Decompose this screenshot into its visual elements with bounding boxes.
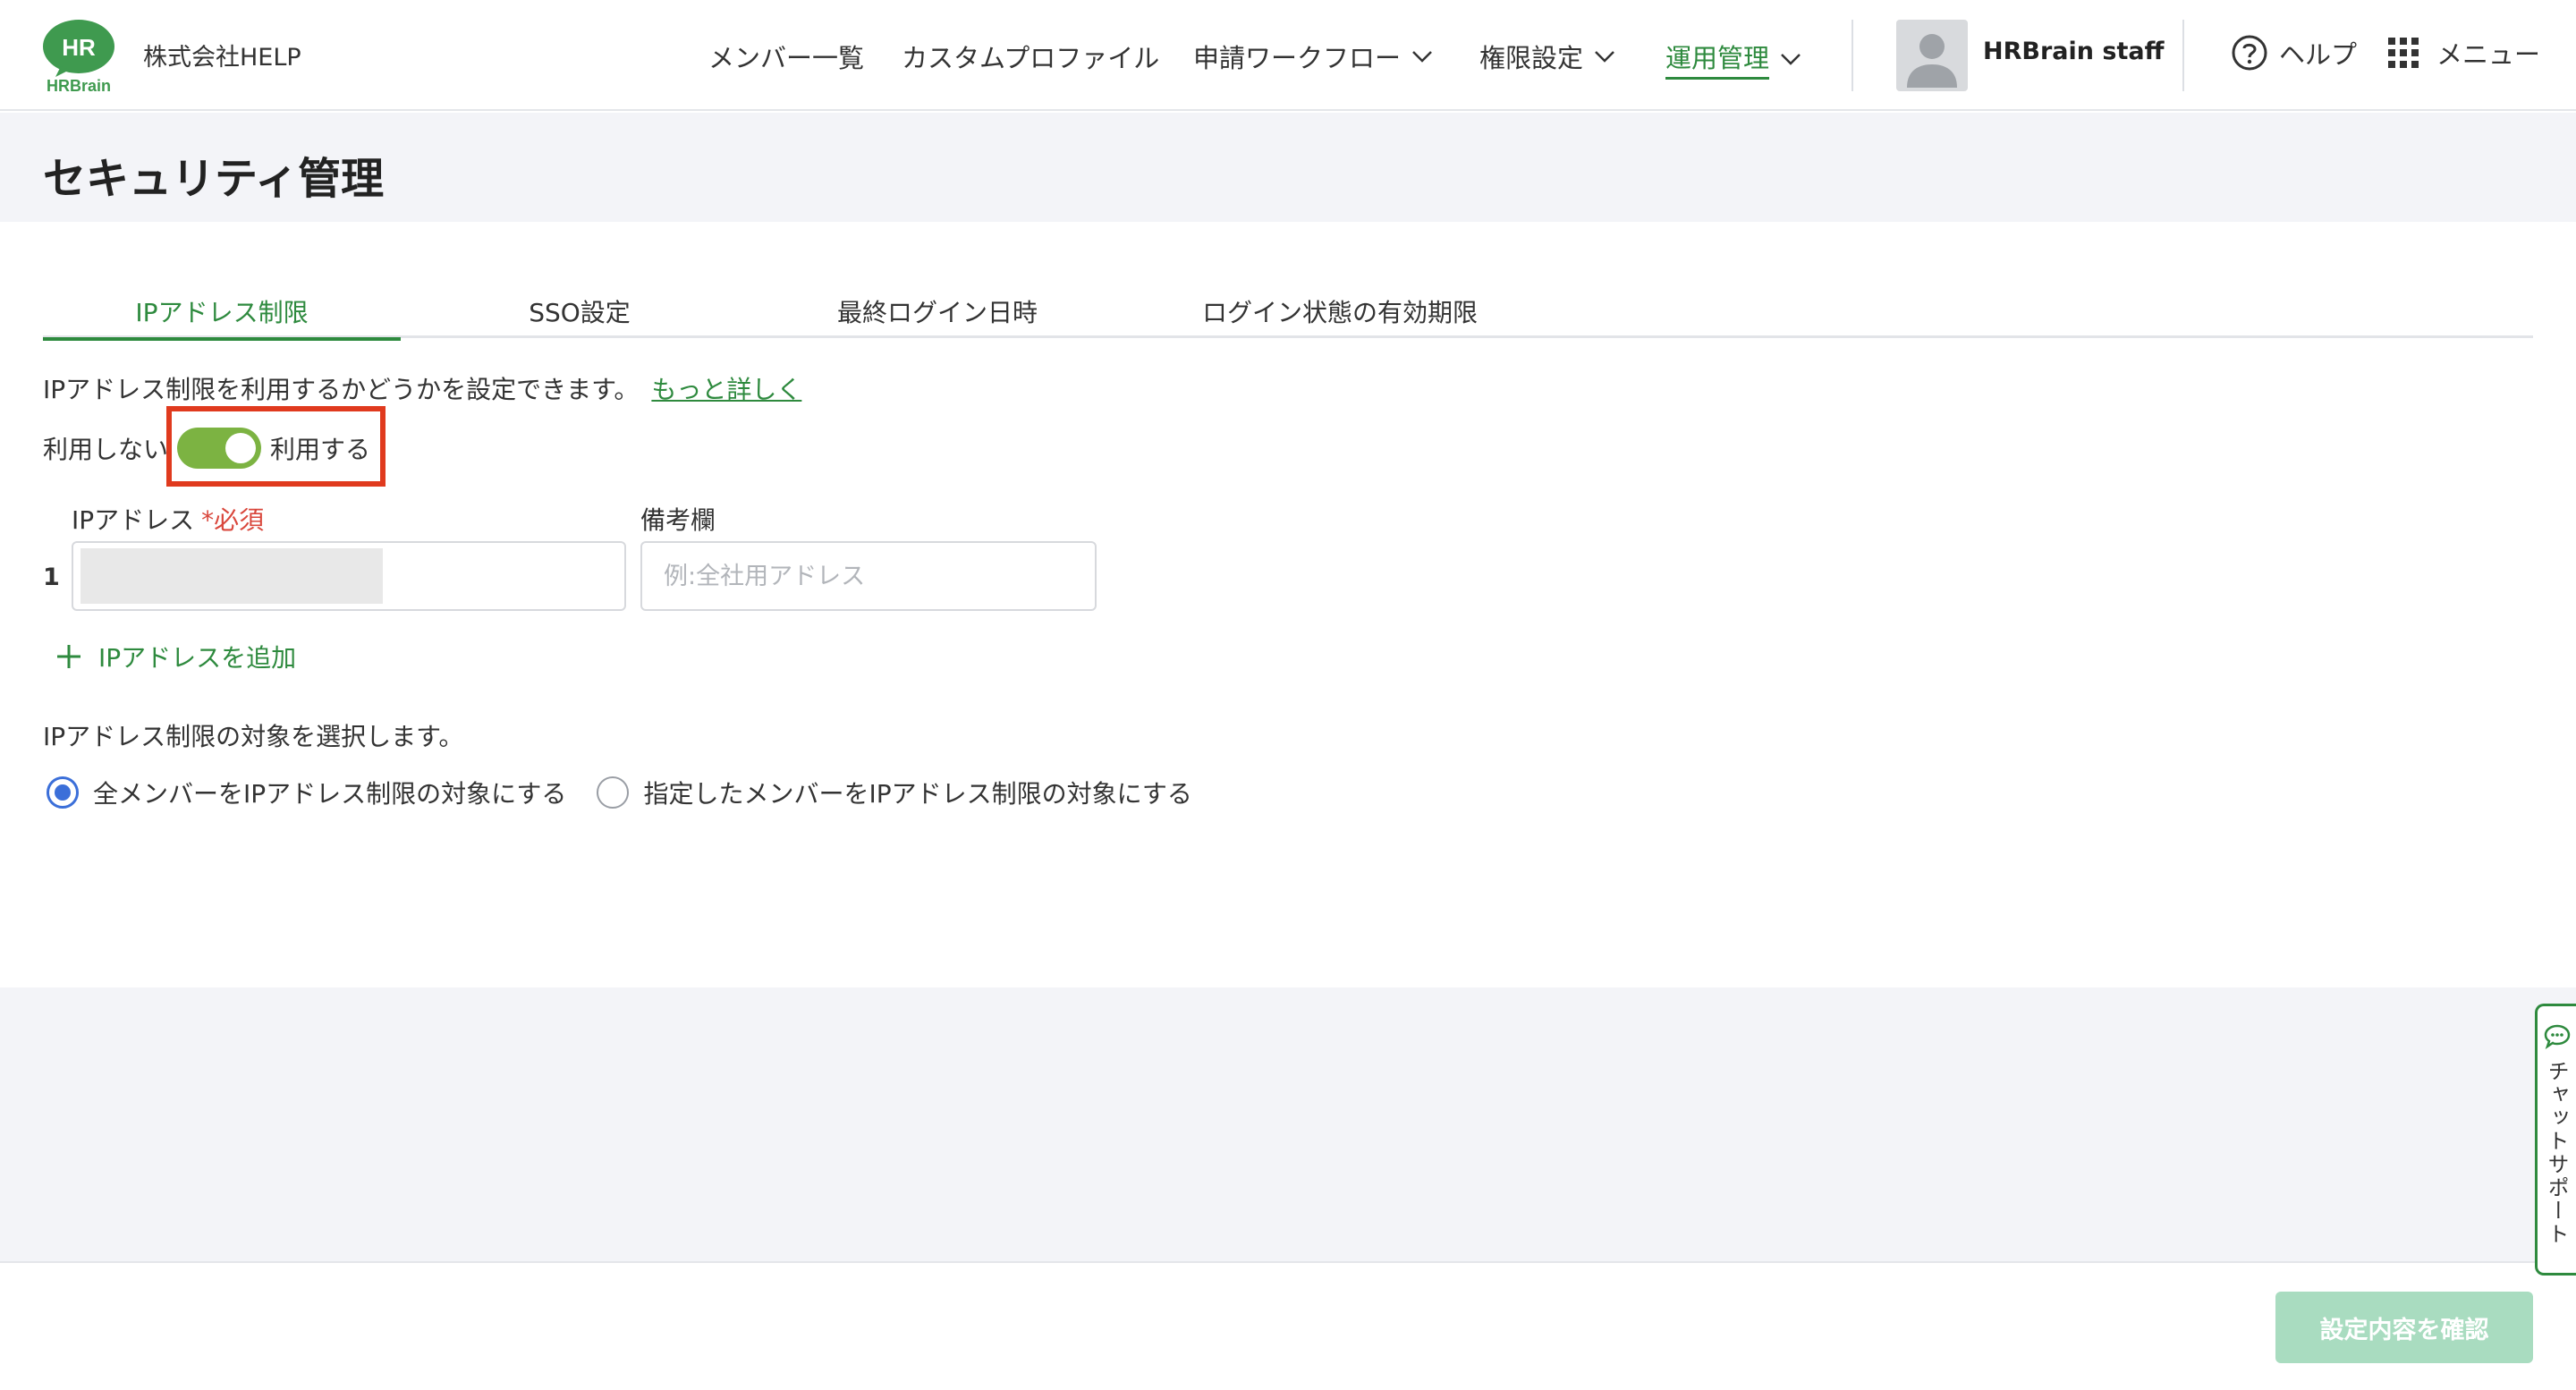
confirm-settings-button[interactable]: 設定内容を確認 bbox=[2275, 1292, 2533, 1363]
radio-selected-members-label: 指定したメンバーをIPアドレス制限の対象にする bbox=[643, 779, 1192, 809]
ip-restriction-description: IPアドレス制限を利用するかどうかを設定できます。 もっと詳しく bbox=[43, 370, 801, 406]
tab-ip-restriction[interactable]: IPアドレス制限 bbox=[43, 293, 401, 341]
nav-permissions-label: 権限設定 bbox=[1479, 43, 1584, 73]
tab-sso[interactable]: SSO設定 bbox=[401, 293, 758, 338]
svg-text:HR: HR bbox=[62, 34, 96, 61]
masked-ip-value bbox=[80, 548, 383, 604]
nav-workflow-label: 申請ワークフロー bbox=[1193, 43, 1402, 73]
chevron-down-icon bbox=[1781, 53, 1801, 65]
header-divider bbox=[2182, 20, 2184, 91]
learn-more-link[interactable]: もっと詳しく bbox=[651, 375, 801, 404]
top-header: HR HRBrain 株式会社HELP メンバー一覧 カスタムプロファイル 申請… bbox=[0, 0, 2576, 111]
nav-members-label: メンバー一覧 bbox=[708, 43, 865, 73]
user-silhouette-icon bbox=[1907, 34, 1957, 88]
target-radio-group: 全メンバーをIPアドレス制限の対象にする 指定したメンバーをIPアドレス制限の対… bbox=[47, 775, 1223, 810]
required-marker: *必須 bbox=[201, 505, 265, 535]
row-index: 1 bbox=[43, 564, 60, 591]
plus-icon bbox=[57, 645, 80, 668]
svg-text:HRBrain: HRBrain bbox=[47, 77, 111, 93]
nav-custom-profile-label: カスタムプロファイル bbox=[902, 43, 1160, 73]
grid-icon bbox=[2388, 38, 2419, 68]
page-title: セキュリティ管理 bbox=[43, 154, 385, 204]
help-button[interactable]: ヘルプ bbox=[2231, 34, 2357, 72]
ip-address-label-text: IPアドレス bbox=[72, 505, 195, 535]
radio-selected-members[interactable]: 指定したメンバーをIPアドレス制限の対象にする bbox=[597, 775, 1192, 810]
radio-circle bbox=[597, 776, 630, 809]
tab-login-expiry[interactable]: ログイン状態の有効期限 bbox=[1116, 293, 1563, 338]
help-label: ヘルプ bbox=[2279, 39, 2358, 70]
target-description: IPアドレス制限の対象を選択します。 bbox=[43, 722, 464, 751]
radio-all-members[interactable]: 全メンバーをIPアドレス制限の対象にする bbox=[47, 775, 566, 810]
avatar[interactable] bbox=[1896, 20, 1968, 91]
nav-workflow[interactable]: 申請ワークフロー bbox=[1193, 38, 1435, 75]
radio-circle-checked bbox=[47, 776, 79, 809]
nav-members[interactable]: メンバー一覧 bbox=[708, 38, 864, 75]
note-input[interactable] bbox=[640, 541, 1097, 611]
nav-operations-label: 運用管理 bbox=[1665, 38, 1770, 80]
ip-address-label: IPアドレス *必須 bbox=[72, 501, 264, 537]
hrbrain-logo[interactable]: HR HRBrain bbox=[41, 18, 116, 93]
chat-support-label: チャットサポート bbox=[2544, 1060, 2569, 1246]
radio-all-members-label: 全メンバーをIPアドレス制限の対象にする bbox=[93, 779, 567, 809]
nav-custom-profile[interactable]: カスタムプロファイル bbox=[902, 38, 1159, 75]
nav-permissions[interactable]: 権限設定 bbox=[1479, 38, 1617, 75]
company-name: 株式会社HELP bbox=[143, 44, 301, 72]
menu-button[interactable]: メニュー bbox=[2388, 34, 2540, 72]
nav-operations[interactable]: 運用管理 bbox=[1665, 38, 1803, 80]
ip-address-input[interactable] bbox=[72, 541, 626, 611]
header-divider bbox=[1852, 20, 1853, 91]
note-label: 備考欄 bbox=[640, 505, 716, 535]
lower-background bbox=[0, 987, 2576, 1261]
chat-support-tab[interactable]: チャットサポート bbox=[2535, 1004, 2576, 1276]
question-circle-icon bbox=[2232, 35, 2267, 71]
add-ip-address-button[interactable]: IPアドレスを追加 bbox=[55, 639, 296, 674]
footer-bar: 設定内容を確認 bbox=[0, 1261, 2576, 1390]
tab-bar: IPアドレス制限 SSO設定 最終ログイン日時 ログイン状態の有効期限 bbox=[43, 286, 2533, 341]
chat-bubble-icon bbox=[2544, 1024, 2570, 1049]
tab-last-login[interactable]: 最終ログイン日時 bbox=[758, 293, 1116, 338]
title-band: セキュリティ管理 bbox=[0, 113, 2576, 222]
highlight-annotation-box bbox=[166, 406, 386, 487]
menu-label: メニュー bbox=[2436, 39, 2541, 70]
chevron-down-icon bbox=[1412, 51, 1432, 63]
toggle-off-label: 利用しない bbox=[43, 435, 169, 464]
username[interactable]: HRBrain staff bbox=[1983, 38, 2164, 65]
add-ip-address-label: IPアドレスを追加 bbox=[98, 643, 297, 673]
description-text: IPアドレス制限を利用するかどうかを設定できます。 bbox=[43, 375, 640, 404]
chevron-down-icon bbox=[1595, 51, 1614, 63]
